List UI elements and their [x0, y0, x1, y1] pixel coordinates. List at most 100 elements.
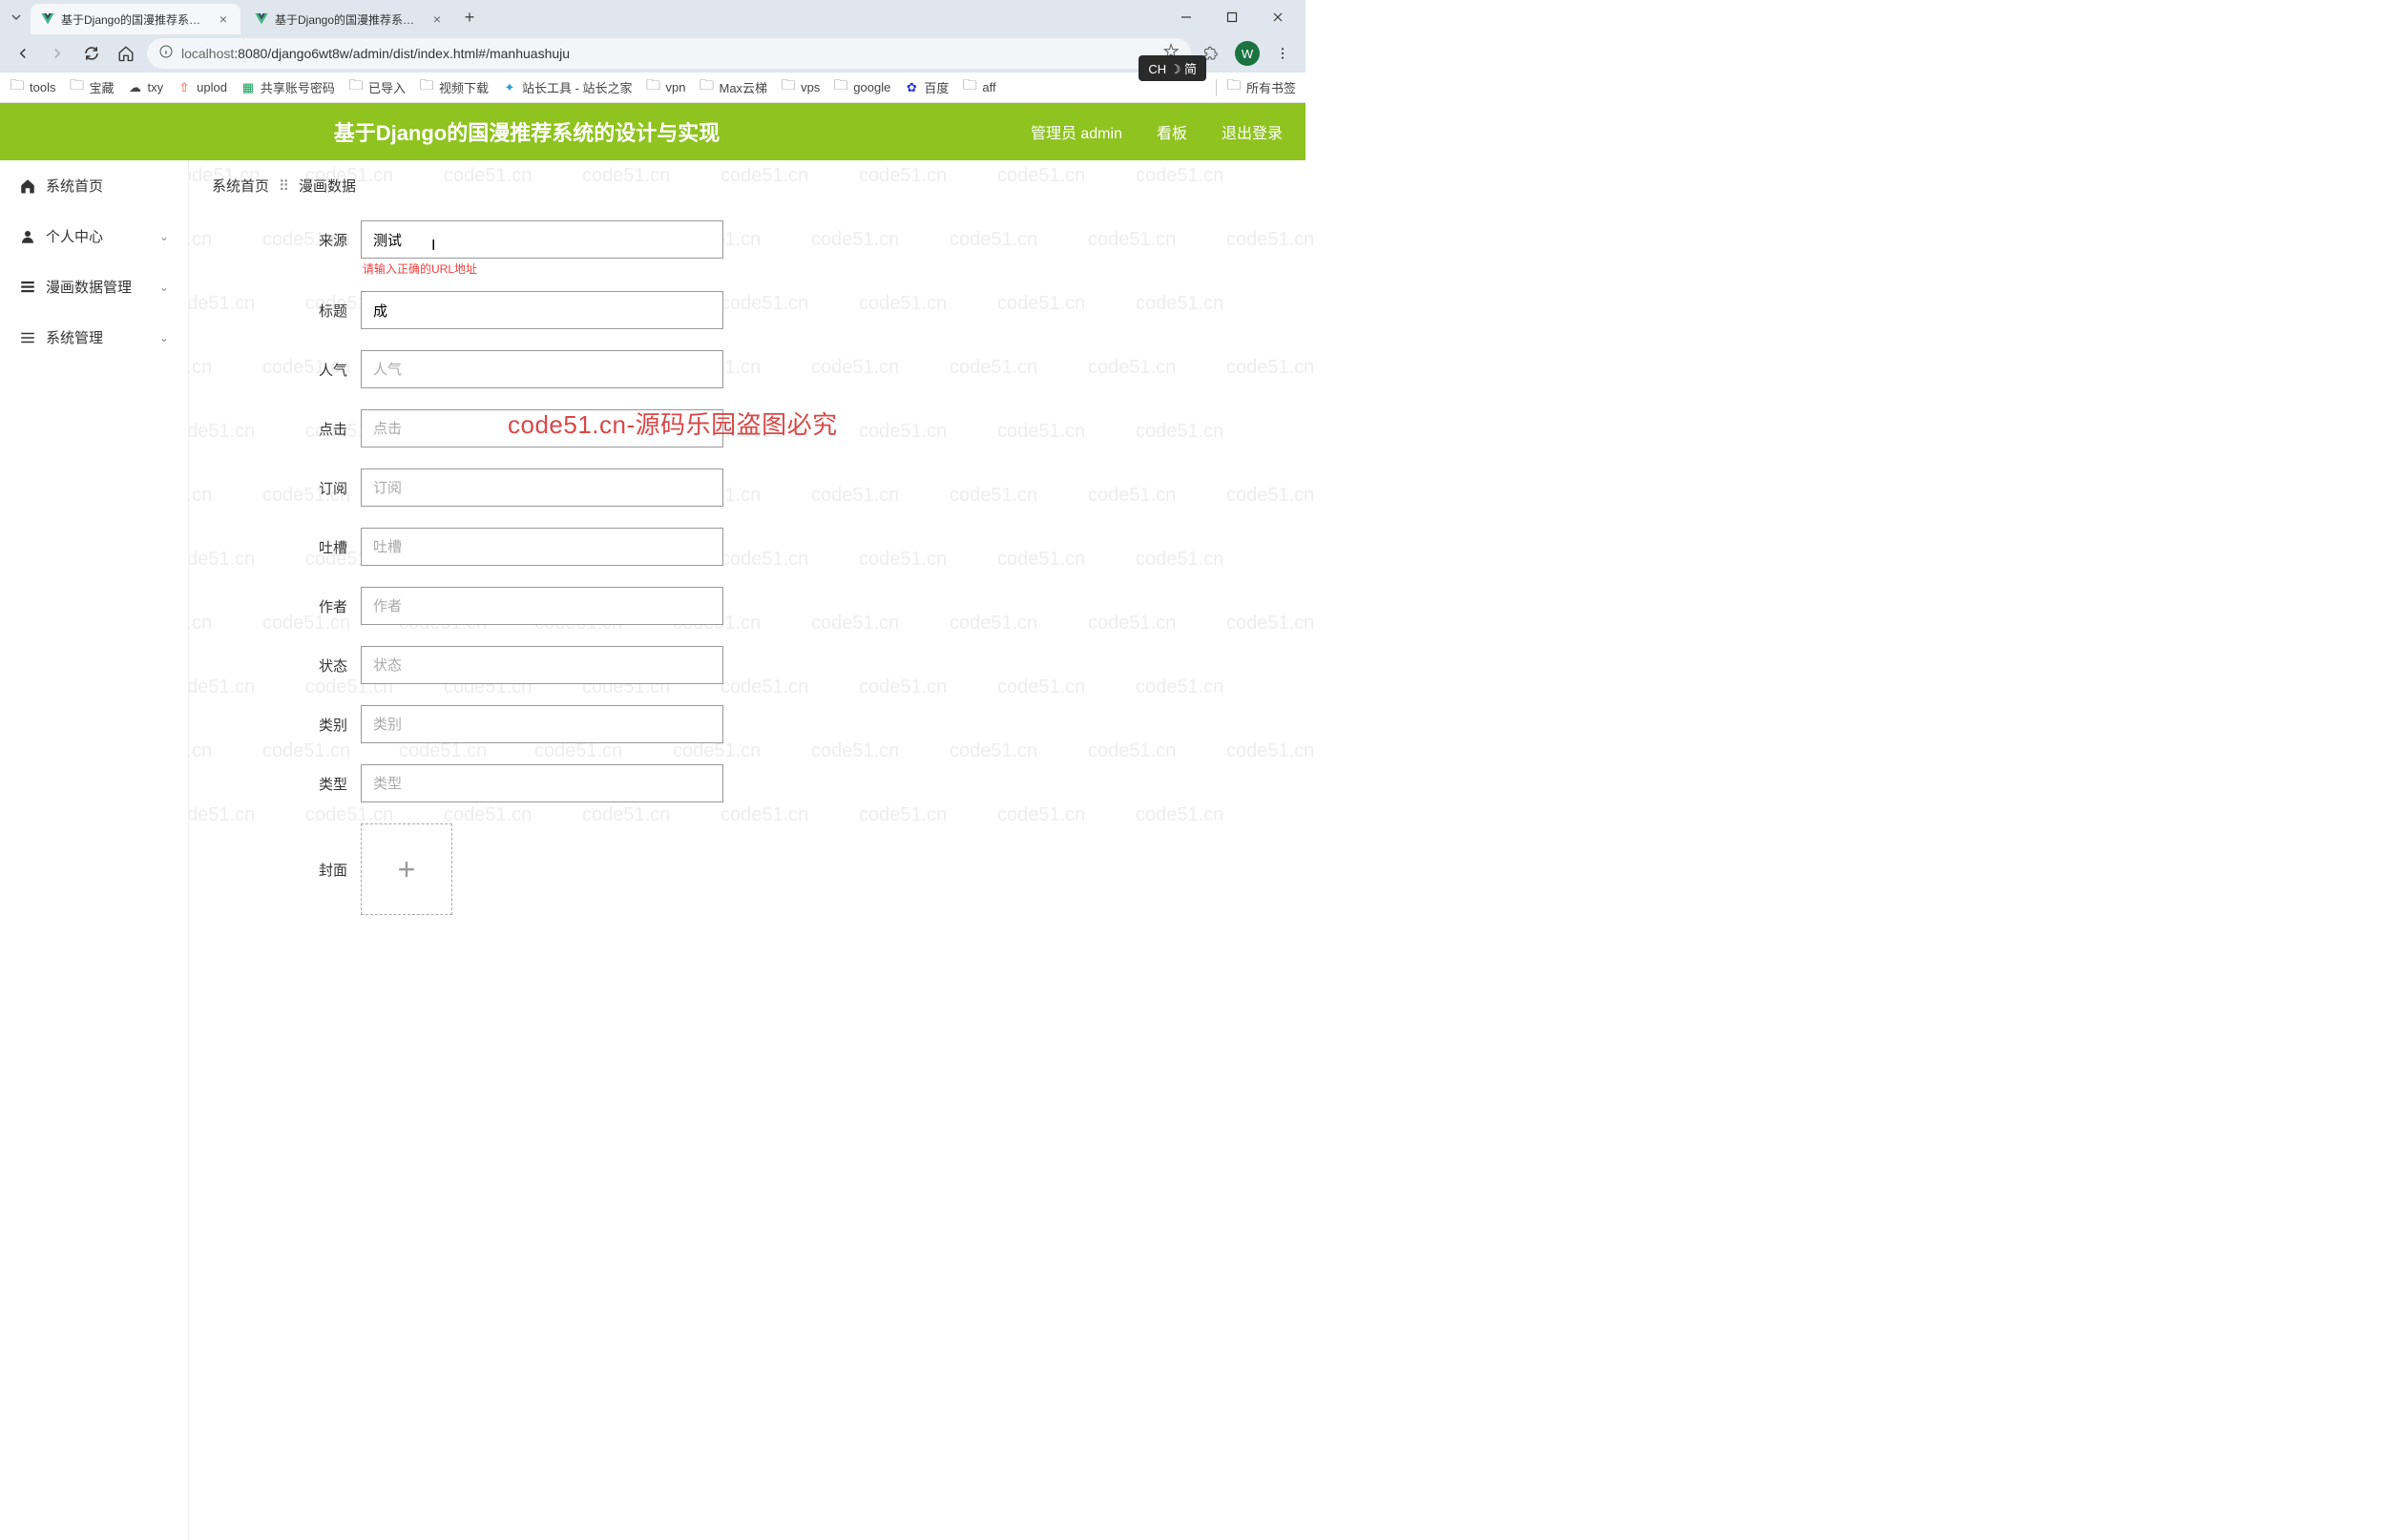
bookmark-webmaster-tool[interactable]: ✦站长工具 - 站长之家	[502, 78, 633, 96]
form-label-source: 来源	[303, 230, 361, 250]
tab-close-icon[interactable]: ×	[429, 11, 445, 27]
form-label-popularity: 人气	[303, 360, 361, 380]
sidebar-item-comic-data[interactable]: 漫画数据管理 ⌄	[0, 261, 188, 312]
bookmark-baidu[interactable]: ✿百度	[904, 78, 949, 96]
home-button[interactable]	[113, 40, 139, 67]
popularity-input[interactable]	[361, 350, 723, 388]
folder-icon	[700, 80, 715, 95]
folder-icon	[10, 80, 25, 95]
tab-title: 基于Django的国漫推荐系统的...	[61, 11, 210, 28]
admin-label[interactable]: 管理员 admin	[1031, 120, 1122, 143]
chevron-down-icon: ⌄	[159, 281, 169, 294]
cloud-icon: ☁	[127, 80, 142, 95]
browser-menu-icon[interactable]	[1269, 40, 1296, 67]
form-row-subscribe: 订阅	[303, 468, 1248, 507]
bookmark-vps[interactable]: vps	[781, 80, 820, 95]
window-minimize-icon[interactable]	[1172, 3, 1201, 31]
window-close-icon[interactable]	[1264, 3, 1292, 31]
menu-icon	[19, 329, 36, 346]
back-button[interactable]	[10, 40, 36, 67]
home-icon	[19, 177, 36, 195]
upload-icon: ⇧	[177, 80, 192, 95]
list-icon	[19, 279, 36, 296]
divider	[1216, 79, 1217, 96]
baidu-icon: ✿	[904, 80, 919, 95]
bookmark-video-download[interactable]: 视频下载	[419, 78, 489, 96]
form-label-clicks: 点击	[303, 419, 361, 439]
breadcrumb: 系统首页 ⠿ 漫画数据	[189, 160, 1306, 211]
window-controls	[1172, 3, 1302, 31]
tab-bar: 基于Django的国漫推荐系统的... × 基于Django的国漫推荐系统的..…	[0, 0, 1306, 34]
bookmark-vpn[interactable]: vpn	[646, 80, 686, 95]
tab-search-dropdown[interactable]	[4, 5, 29, 30]
bookmark-uplod[interactable]: ⇧uplod	[177, 80, 227, 95]
browser-tab-inactive[interactable]: 基于Django的国漫推荐系统的... ×	[244, 4, 454, 34]
main-content: 系统首页 ⠿ 漫画数据 来源 I 请输入正确的URL地址 标题 人气	[189, 160, 1306, 1540]
new-tab-button[interactable]: +	[456, 4, 483, 31]
url-bar[interactable]: localhost:8080/django6wt8w/admin/dist/in…	[147, 38, 1191, 69]
sidebar-item-profile[interactable]: 个人中心 ⌄	[0, 211, 188, 261]
profile-avatar[interactable]: W	[1235, 41, 1260, 66]
site-info-icon[interactable]	[158, 44, 174, 64]
form-label-status: 状态	[303, 656, 361, 676]
person-icon	[19, 228, 36, 245]
form-row-author: 作者	[303, 587, 1248, 625]
app-title: 基于Django的国漫推荐系统的设计与实现	[23, 116, 1031, 147]
bookmark-imported[interactable]: 已导入	[348, 78, 406, 96]
category-input[interactable]	[361, 705, 723, 743]
kanban-link[interactable]: 看板	[1157, 120, 1187, 143]
tucao-input[interactable]	[361, 528, 723, 566]
source-input[interactable]	[361, 220, 723, 259]
url-text: localhost:8080/django6wt8w/admin/dist/in…	[181, 46, 1155, 61]
tool-icon: ✦	[502, 80, 517, 95]
forward-button[interactable]	[44, 40, 71, 67]
cover-upload-button[interactable]: +	[361, 823, 452, 915]
form-area: 来源 I 请输入正确的URL地址 标题 人气 点击 订阅	[189, 211, 1306, 974]
clicks-input[interactable]	[361, 409, 723, 447]
tab-close-icon[interactable]: ×	[216, 11, 231, 27]
error-message: 请输入正确的URL地址	[363, 260, 477, 277]
breadcrumb-separator-icon: ⠿	[279, 177, 289, 195]
nav-bar: localhost:8080/django6wt8w/admin/dist/in…	[0, 34, 1306, 73]
form-row-title: 标题	[303, 291, 1248, 329]
sidebar-item-home[interactable]: 系统首页	[0, 160, 188, 211]
plus-icon: +	[398, 852, 416, 887]
window-maximize-icon[interactable]	[1218, 3, 1246, 31]
ime-indicator: CH ☽ 简	[1139, 55, 1206, 81]
form-row-tucao: 吐槽	[303, 528, 1248, 566]
bookmark-tools[interactable]: tools	[10, 80, 55, 95]
sidebar-item-system[interactable]: 系统管理 ⌄	[0, 312, 188, 363]
breadcrumb-current: 漫画数据	[299, 176, 356, 196]
title-input[interactable]	[361, 291, 723, 329]
tab-title: 基于Django的国漫推荐系统的...	[275, 11, 424, 28]
chevron-down-icon: ⌄	[159, 230, 169, 243]
bookmark-share-account[interactable]: ▦共享账号密码	[240, 78, 335, 96]
logout-link[interactable]: 退出登录	[1222, 120, 1283, 143]
folder-icon	[419, 80, 434, 95]
author-input[interactable]	[361, 587, 723, 625]
sidebar-item-label: 系统首页	[46, 176, 103, 196]
folder-icon	[69, 80, 84, 95]
folder-icon	[781, 80, 796, 95]
bookmark-google[interactable]: google	[833, 80, 890, 95]
form-row-category: 类别	[303, 705, 1248, 743]
bookmark-txy[interactable]: ☁txy	[127, 80, 163, 95]
form-row-status: 状态	[303, 646, 1248, 684]
status-input[interactable]	[361, 646, 723, 684]
breadcrumb-home[interactable]: 系统首页	[212, 176, 269, 196]
form-row-popularity: 人气	[303, 350, 1248, 388]
vue-favicon-icon	[254, 11, 269, 27]
all-bookmarks-button[interactable]: 所有书签	[1226, 78, 1296, 96]
form-label-category: 类别	[303, 715, 361, 735]
bookmark-treasure[interactable]: 宝藏	[69, 78, 114, 96]
browser-tab-active[interactable]: 基于Django的国漫推荐系统的... ×	[31, 4, 240, 34]
bookmark-aff[interactable]: aff	[962, 80, 995, 95]
form-label-type: 类型	[303, 774, 361, 794]
app-header: 基于Django的国漫推荐系统的设计与实现 管理员 admin 看板 退出登录	[0, 103, 1306, 160]
reload-button[interactable]	[78, 40, 105, 67]
bookmark-max-ladder[interactable]: Max云梯	[700, 78, 768, 96]
subscribe-input[interactable]	[361, 468, 723, 507]
form-row-type: 类型	[303, 764, 1248, 802]
folder-icon	[646, 80, 661, 95]
type-input[interactable]	[361, 764, 723, 802]
